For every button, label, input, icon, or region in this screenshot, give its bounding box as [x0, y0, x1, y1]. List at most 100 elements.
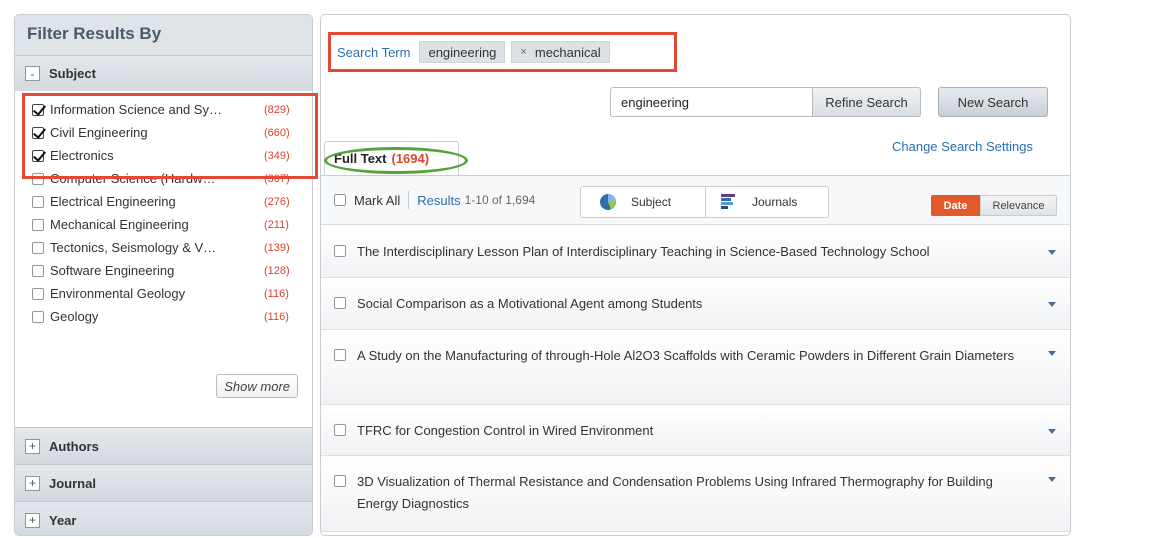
- sort-date-button[interactable]: Date: [931, 195, 980, 216]
- mark-all-label[interactable]: Mark All: [354, 193, 400, 208]
- facet-checkbox[interactable]: [32, 149, 44, 162]
- sort-relevance-button[interactable]: Relevance: [980, 195, 1057, 216]
- results-panel: Search Term engineering × mechanical Ref…: [320, 14, 1071, 536]
- tab-full-text-count: (1694): [391, 151, 430, 166]
- facet-checkbox[interactable]: [32, 241, 44, 254]
- result-checkbox[interactable]: [334, 245, 346, 257]
- facet-item[interactable]: Tectonics, Seismology & V… (139): [15, 236, 312, 259]
- facet-checkbox[interactable]: [32, 287, 44, 300]
- facet-count: (829): [264, 103, 290, 116]
- facet-checkbox[interactable]: [32, 126, 44, 139]
- sidebar-title: Filter Results By: [15, 15, 312, 55]
- facet-item[interactable]: Mechanical Engineering (211): [15, 213, 312, 236]
- expand-caret-icon[interactable]: [1048, 302, 1056, 307]
- result-checkbox[interactable]: [334, 349, 346, 361]
- result-title[interactable]: Social Comparison as a Motivational Agen…: [357, 293, 1027, 315]
- facet-item[interactable]: Geology (116): [15, 305, 312, 328]
- facet-checkbox[interactable]: [32, 172, 44, 185]
- result-title[interactable]: The Interdisciplinary Lesson Plan of Int…: [357, 241, 1027, 263]
- result-title[interactable]: TFRC for Congestion Control in Wired Env…: [357, 420, 1027, 442]
- section-subject[interactable]: - Subject: [15, 55, 312, 91]
- facet-name: Computer Science (Hardw…: [50, 171, 216, 186]
- chip-text: mechanical: [534, 44, 601, 60]
- facet-item[interactable]: Environmental Geology (116): [15, 282, 312, 305]
- result-row[interactable]: TFRC for Congestion Control in Wired Env…: [321, 405, 1070, 456]
- journals-view-label: Journals: [752, 195, 798, 209]
- section-journal-label: Journal: [49, 475, 96, 491]
- facet-name: Civil Engineering: [50, 125, 148, 140]
- collapsed-sections: + Authors + Journal + Year: [15, 427, 312, 535]
- facet-item[interactable]: Computer Science (Hardw… (307): [15, 167, 312, 190]
- filter-sidebar: Filter Results By - Subject Information …: [14, 14, 313, 536]
- expand-icon[interactable]: +: [25, 512, 40, 528]
- facet-checkbox[interactable]: [32, 195, 44, 208]
- search-term-chip[interactable]: × mechanical: [511, 41, 610, 63]
- expand-icon[interactable]: +: [25, 438, 40, 454]
- facet-count: (349): [264, 149, 290, 162]
- result-row[interactable]: A Study on the Manufacturing of through-…: [321, 330, 1070, 405]
- section-subject-label: Subject: [49, 66, 96, 81]
- facet-count: (116): [264, 310, 289, 323]
- section-authors[interactable]: + Authors: [15, 427, 312, 464]
- refine-search-button[interactable]: Refine Search: [812, 87, 921, 117]
- result-title[interactable]: A Study on the Manufacturing of through-…: [357, 345, 1027, 367]
- results-range: 1-10 of 1,694: [464, 193, 536, 207]
- divider: [408, 191, 410, 209]
- facet-name: Mechanical Engineering: [50, 217, 189, 232]
- new-search-button[interactable]: New Search: [938, 87, 1048, 117]
- facet-count: (116): [264, 287, 289, 300]
- expand-caret-icon[interactable]: [1048, 250, 1056, 255]
- expand-icon[interactable]: +: [25, 475, 40, 491]
- result-title[interactable]: 3D Visualization of Thermal Resistance a…: [357, 471, 1027, 515]
- facet-item[interactable]: Information Science and Sy… (829): [15, 98, 312, 121]
- facet-checkbox[interactable]: [32, 218, 44, 231]
- expand-caret-icon[interactable]: [1048, 477, 1056, 482]
- facet-checkbox[interactable]: [32, 310, 44, 323]
- section-authors-label: Authors: [49, 438, 99, 454]
- facet-name: Geology: [50, 309, 99, 324]
- facet-count: (276): [264, 195, 290, 208]
- show-more-button[interactable]: Show more: [216, 374, 298, 398]
- chip-text: engineering: [428, 44, 497, 60]
- facet-item[interactable]: Electrical Engineering (276): [15, 190, 312, 213]
- facet-name: Tectonics, Seismology & V…: [50, 240, 217, 255]
- refine-search-input[interactable]: [610, 87, 812, 117]
- result-row[interactable]: Social Comparison as a Motivational Agen…: [321, 278, 1070, 330]
- tab-full-text[interactable]: Full Text (1694): [324, 141, 459, 175]
- facet-name: Environmental Geology: [50, 286, 186, 301]
- change-search-settings-link[interactable]: Change Search Settings: [892, 139, 1033, 154]
- facet-item[interactable]: Electronics (349): [15, 144, 312, 167]
- result-checkbox[interactable]: [334, 475, 346, 487]
- collapse-icon[interactable]: -: [25, 66, 40, 81]
- subject-view-button[interactable]: Subject: [580, 186, 706, 218]
- facet-name: Information Science and Sy…: [50, 102, 222, 117]
- section-journal[interactable]: + Journal: [15, 464, 312, 501]
- expand-caret-icon[interactable]: [1048, 351, 1056, 356]
- facet-item[interactable]: Civil Engineering (660): [15, 121, 312, 144]
- expand-caret-icon[interactable]: [1048, 429, 1056, 434]
- facet-count: (307): [264, 172, 290, 185]
- facet-count: (128): [264, 264, 290, 277]
- results-toolbar: Mark All Results 1-10 of 1,694 Subject J…: [321, 175, 1070, 225]
- section-year[interactable]: + Year: [15, 501, 312, 535]
- tab-full-text-label: Full Text: [334, 151, 387, 166]
- facet-name: Electrical Engineering: [50, 194, 176, 209]
- result-row[interactable]: The Interdisciplinary Lesson Plan of Int…: [321, 226, 1070, 278]
- pie-chart-icon: [600, 194, 616, 210]
- bar-list-icon: [721, 194, 735, 209]
- facet-checkbox[interactable]: [32, 264, 44, 277]
- result-checkbox[interactable]: [334, 424, 346, 436]
- facet-checkbox[interactable]: [32, 103, 44, 116]
- facet-item[interactable]: Software Engineering (128): [15, 259, 312, 282]
- facet-name: Electronics: [50, 148, 114, 163]
- result-row[interactable]: 3D Visualization of Thermal Resistance a…: [321, 456, 1070, 532]
- facet-count: (139): [264, 241, 290, 254]
- facet-name: Software Engineering: [50, 263, 175, 278]
- search-term-label: Search Term: [337, 44, 411, 60]
- result-checkbox[interactable]: [334, 297, 346, 309]
- remove-icon[interactable]: ×: [520, 46, 526, 58]
- search-term-box: Search Term engineering × mechanical: [328, 32, 677, 72]
- search-term-chip[interactable]: engineering: [419, 41, 506, 63]
- mark-all-checkbox[interactable]: [334, 194, 346, 206]
- journals-view-button[interactable]: Journals: [705, 186, 829, 218]
